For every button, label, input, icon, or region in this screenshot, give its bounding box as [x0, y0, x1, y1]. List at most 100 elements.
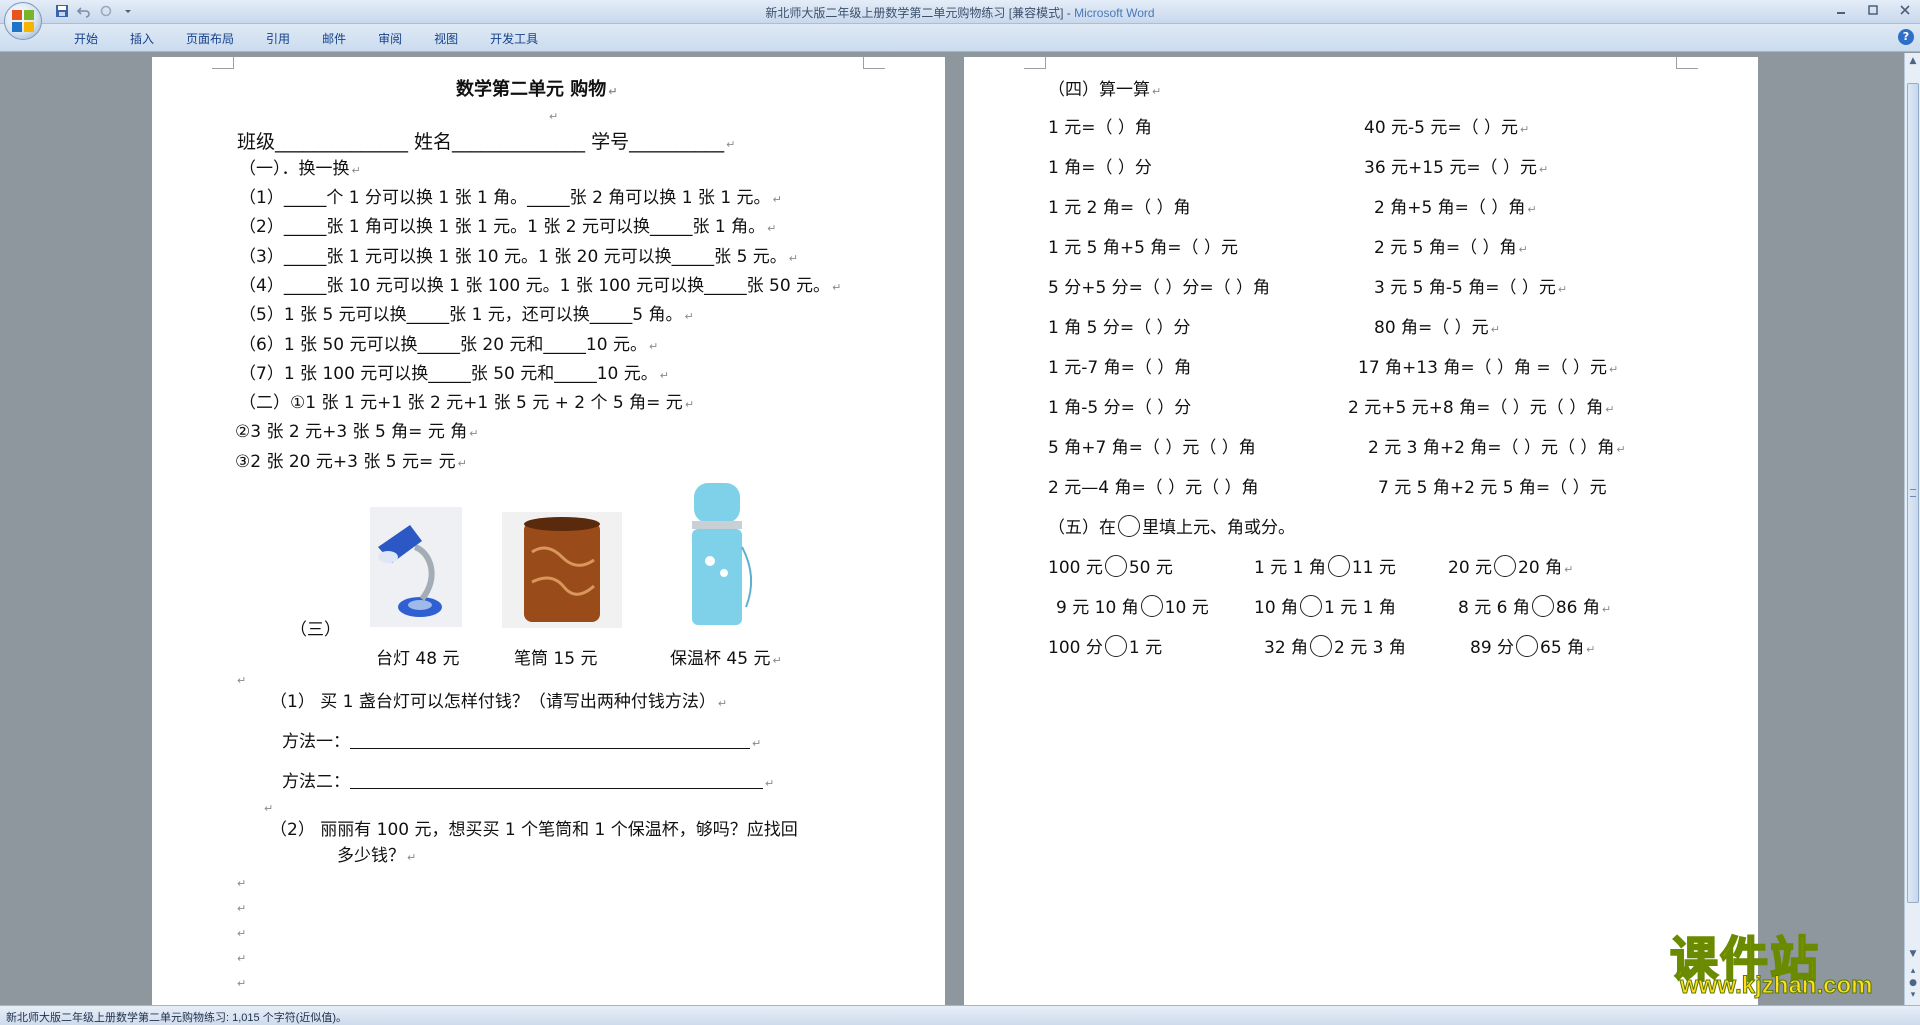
calc-right-item: 2 元 3 角+2 角=（ ）元（ ）角 ↵ [1368, 438, 1626, 458]
ribbon-tab[interactable]: 视图 [418, 30, 474, 47]
calc-right-item: 36 元+15 元=（ ）元 ↵ [1364, 158, 1549, 178]
paragraph-mark: ↵ [237, 977, 247, 990]
section2-item: （二）①1 张 1 元+1 张 2 元+1 张 5 元 + 2 个 5 角= 元… [239, 393, 695, 413]
paragraph-mark: ↵ [237, 902, 247, 915]
calc-right-item: 3 元 5 角-5 角=（ ）元 ↵ [1374, 278, 1568, 298]
section2-item: ②3 张 2 元+3 张 5 角= 元 角 ↵ [235, 422, 479, 442]
calc-left-item: 1 元 5 角+5 角=（ ）元 [1048, 238, 1238, 258]
compare-item: 8 元 6 角 86 角 ↵ [1458, 593, 1611, 618]
vertical-scrollbar[interactable]: ▲ ▼ ▴ ● ▾ [1904, 53, 1920, 1005]
ribbon-tab[interactable]: 开始 [58, 30, 114, 47]
previous-page-icon[interactable]: ▴ [1907, 965, 1919, 977]
document-title: 新北师大版二年级上册数学第二单元购物练习 [兼容模式] [765, 6, 1064, 20]
circle-icon [1140, 595, 1163, 617]
student-info-line: 班级______________ 姓名______________ 学号____… [237, 131, 736, 153]
paragraph-mark: ↵ [549, 110, 559, 123]
ribbon-tab[interactable]: 插入 [114, 30, 170, 47]
ribbon: 开始 插入 页面布局 引用 邮件 审阅 视图 开发工具 ? [0, 24, 1920, 52]
calc-right-item: 2 元+5 元+8 角=（ ）元（ ）角 ↵ [1348, 398, 1615, 418]
section2-item: ③2 张 20 元+3 张 5 元= 元 ↵ [235, 452, 467, 472]
circle-icon [1327, 555, 1350, 577]
desk-lamp-image [370, 507, 462, 627]
method2-line: 方法二： ↵ [282, 772, 775, 792]
compare-item: 9 元 10 角 10 元 [1056, 593, 1209, 618]
help-icon[interactable]: ? [1898, 29, 1914, 45]
word-count-status[interactable]: 新北师大版二年级上册数学第二单元购物练习: 1,015 个字符(近似值)。 [6, 1009, 347, 1025]
window-controls [1832, 2, 1914, 18]
circle-icon [1516, 635, 1539, 657]
scroll-up-icon[interactable]: ▲ [1907, 55, 1919, 67]
compare-item: 100 元 50 元 [1048, 553, 1173, 578]
paragraph-mark: ↵ [264, 802, 274, 815]
app-name: Microsoft Word [1074, 6, 1155, 20]
compare-item: 1 元 1 角 11 元 [1254, 553, 1396, 578]
paragraph-mark: ↵ [237, 674, 247, 687]
question-1: （1） 买 1 盏台灯可以怎样付钱？（请写出两种付钱方法） ↵ [270, 692, 728, 712]
ribbon-tab[interactable]: 页面布局 [170, 30, 250, 47]
scrollbar-thumb[interactable] [1907, 83, 1919, 903]
exercise-item: （4）_____张 10 元可以换 1 张 100 元。1 张 100 元可以换… [239, 276, 842, 296]
thermos-bottle-image [680, 477, 760, 631]
maximize-icon[interactable] [1864, 2, 1882, 18]
ribbon-tab[interactable]: 审阅 [362, 30, 418, 47]
page-left[interactable]: 数学第二单元 购物 ↵ ↵ 班级______________ 姓名________… [152, 57, 945, 1005]
calc-right-item: 2 角+5 角=（ ）角 ↵ [1374, 198, 1537, 218]
close-icon[interactable] [1896, 2, 1914, 18]
calc-left-item: 1 角 5 分=（ ）分 [1048, 318, 1191, 338]
exercise-item: （6）1 张 50 元可以换_____张 20 元和_____10 元。 ↵ [239, 335, 659, 355]
compare-item: 20 元 20 角 ↵ [1448, 553, 1573, 578]
compare-item: 32 角2 元 3 角 [1264, 633, 1406, 658]
product-caption-thermos: 保温杯 45 元 ↵ [670, 649, 782, 669]
select-browse-object-icon[interactable]: ● [1907, 977, 1919, 989]
paragraph-mark: ↵ [237, 877, 247, 890]
calc-right-item: 17 角+13 角=（ ）角 =（ ）元 ↵ [1358, 358, 1619, 378]
margin-corner-mark [1024, 57, 1046, 69]
calc-right-item: 40 元-5 元=（ ）元 ↵ [1364, 118, 1530, 138]
office-button[interactable] [4, 2, 42, 40]
calc-right-item: 80 角=（ ）元 ↵ [1374, 318, 1500, 338]
calc-left-item: 1 元-7 角=（ ）角 [1048, 358, 1192, 378]
margin-corner-mark [212, 57, 234, 69]
compare-item: 10 角1 元 1 角 [1254, 593, 1396, 618]
ribbon-tab[interactable]: 邮件 [306, 30, 362, 47]
exercise-item: （5）1 张 5 元可以换_____张 1 元，还可以换_____5 角。 ↵ [239, 305, 694, 325]
paragraph-mark: ↵ [237, 927, 247, 940]
section1-heading: （一）．换一换 ↵ [239, 159, 361, 179]
section5-heading: （五）在 里填上元、角或分。 [1048, 513, 1295, 538]
margin-corner-mark [863, 57, 885, 69]
scroll-down-icon[interactable]: ▼ [1907, 948, 1919, 960]
minimize-icon[interactable] [1832, 2, 1850, 18]
calc-left-item: 2 元—4 角=（ ）元（ ）角 [1048, 478, 1259, 498]
question-2-line2: 多少钱？ ↵ [337, 846, 417, 866]
ribbon-tab[interactable]: 开发工具 [474, 30, 554, 47]
circle-icon [1118, 515, 1140, 537]
compare-item: 100 分1 元 [1048, 633, 1162, 658]
calc-left-item: 1 元 2 角=（ ）角 [1048, 198, 1191, 218]
product-caption-lamp: 台灯 48 元 [376, 649, 460, 669]
calc-left-item: 1 角-5 分=（ ）分 [1048, 398, 1192, 418]
calc-left-item: 1 元=（ ）角 [1048, 118, 1152, 138]
ribbon-tab[interactable]: 引用 [250, 30, 306, 47]
method1-line: 方法一： ↵ [282, 732, 762, 752]
page-title: 数学第二单元 购物 ↵ [456, 79, 618, 100]
calc-right-item: 2 元 5 角=（ ）角 ↵ [1374, 238, 1528, 258]
page-right[interactable]: （四）算一算 ↵ 1 元=（ ）角 1 角=（ ）分 1 元 2 角=（ ）角 1… [964, 57, 1758, 1005]
question-2-line1: （2） 丽丽有 100 元，想买买 1 个笔筒和 1 个保温杯，够吗？应找回 [270, 820, 798, 840]
ribbon-tabs: 开始 插入 页面布局 引用 邮件 审阅 视图 开发工具 [58, 30, 554, 47]
section4-heading: （四）算一算 ↵ [1048, 80, 1162, 100]
document-workspace[interactable]: 数学第二单元 购物 ↵ ↵ 班级______________ 姓名________… [0, 53, 1904, 1005]
circle-icon [1494, 555, 1517, 577]
calc-left-item: 5 角+7 角=（ ）元（ ）角 [1048, 438, 1256, 458]
pen-holder-image [502, 512, 622, 628]
circle-icon [1104, 635, 1127, 657]
title-bar: 新北师大版二年级上册数学第二单元购物练习 [兼容模式] - Microsoft … [0, 0, 1920, 24]
section3-label: （三） [290, 620, 341, 640]
calc-right-item: 7 元 5 角+2 元 5 角=（ ）元 [1378, 478, 1607, 498]
paragraph-mark: ↵ [237, 952, 247, 965]
compare-item: 89 分 65 角 ↵ [1470, 633, 1595, 658]
calc-left-item: 1 角=（ ）分 [1048, 158, 1152, 178]
status-bar: 新北师大版二年级上册数学第二单元购物练习: 1,015 个字符(近似值)。 [0, 1005, 1920, 1025]
next-page-icon[interactable]: ▾ [1907, 989, 1919, 1001]
circle-icon [1531, 595, 1554, 617]
circle-icon [1300, 595, 1323, 617]
